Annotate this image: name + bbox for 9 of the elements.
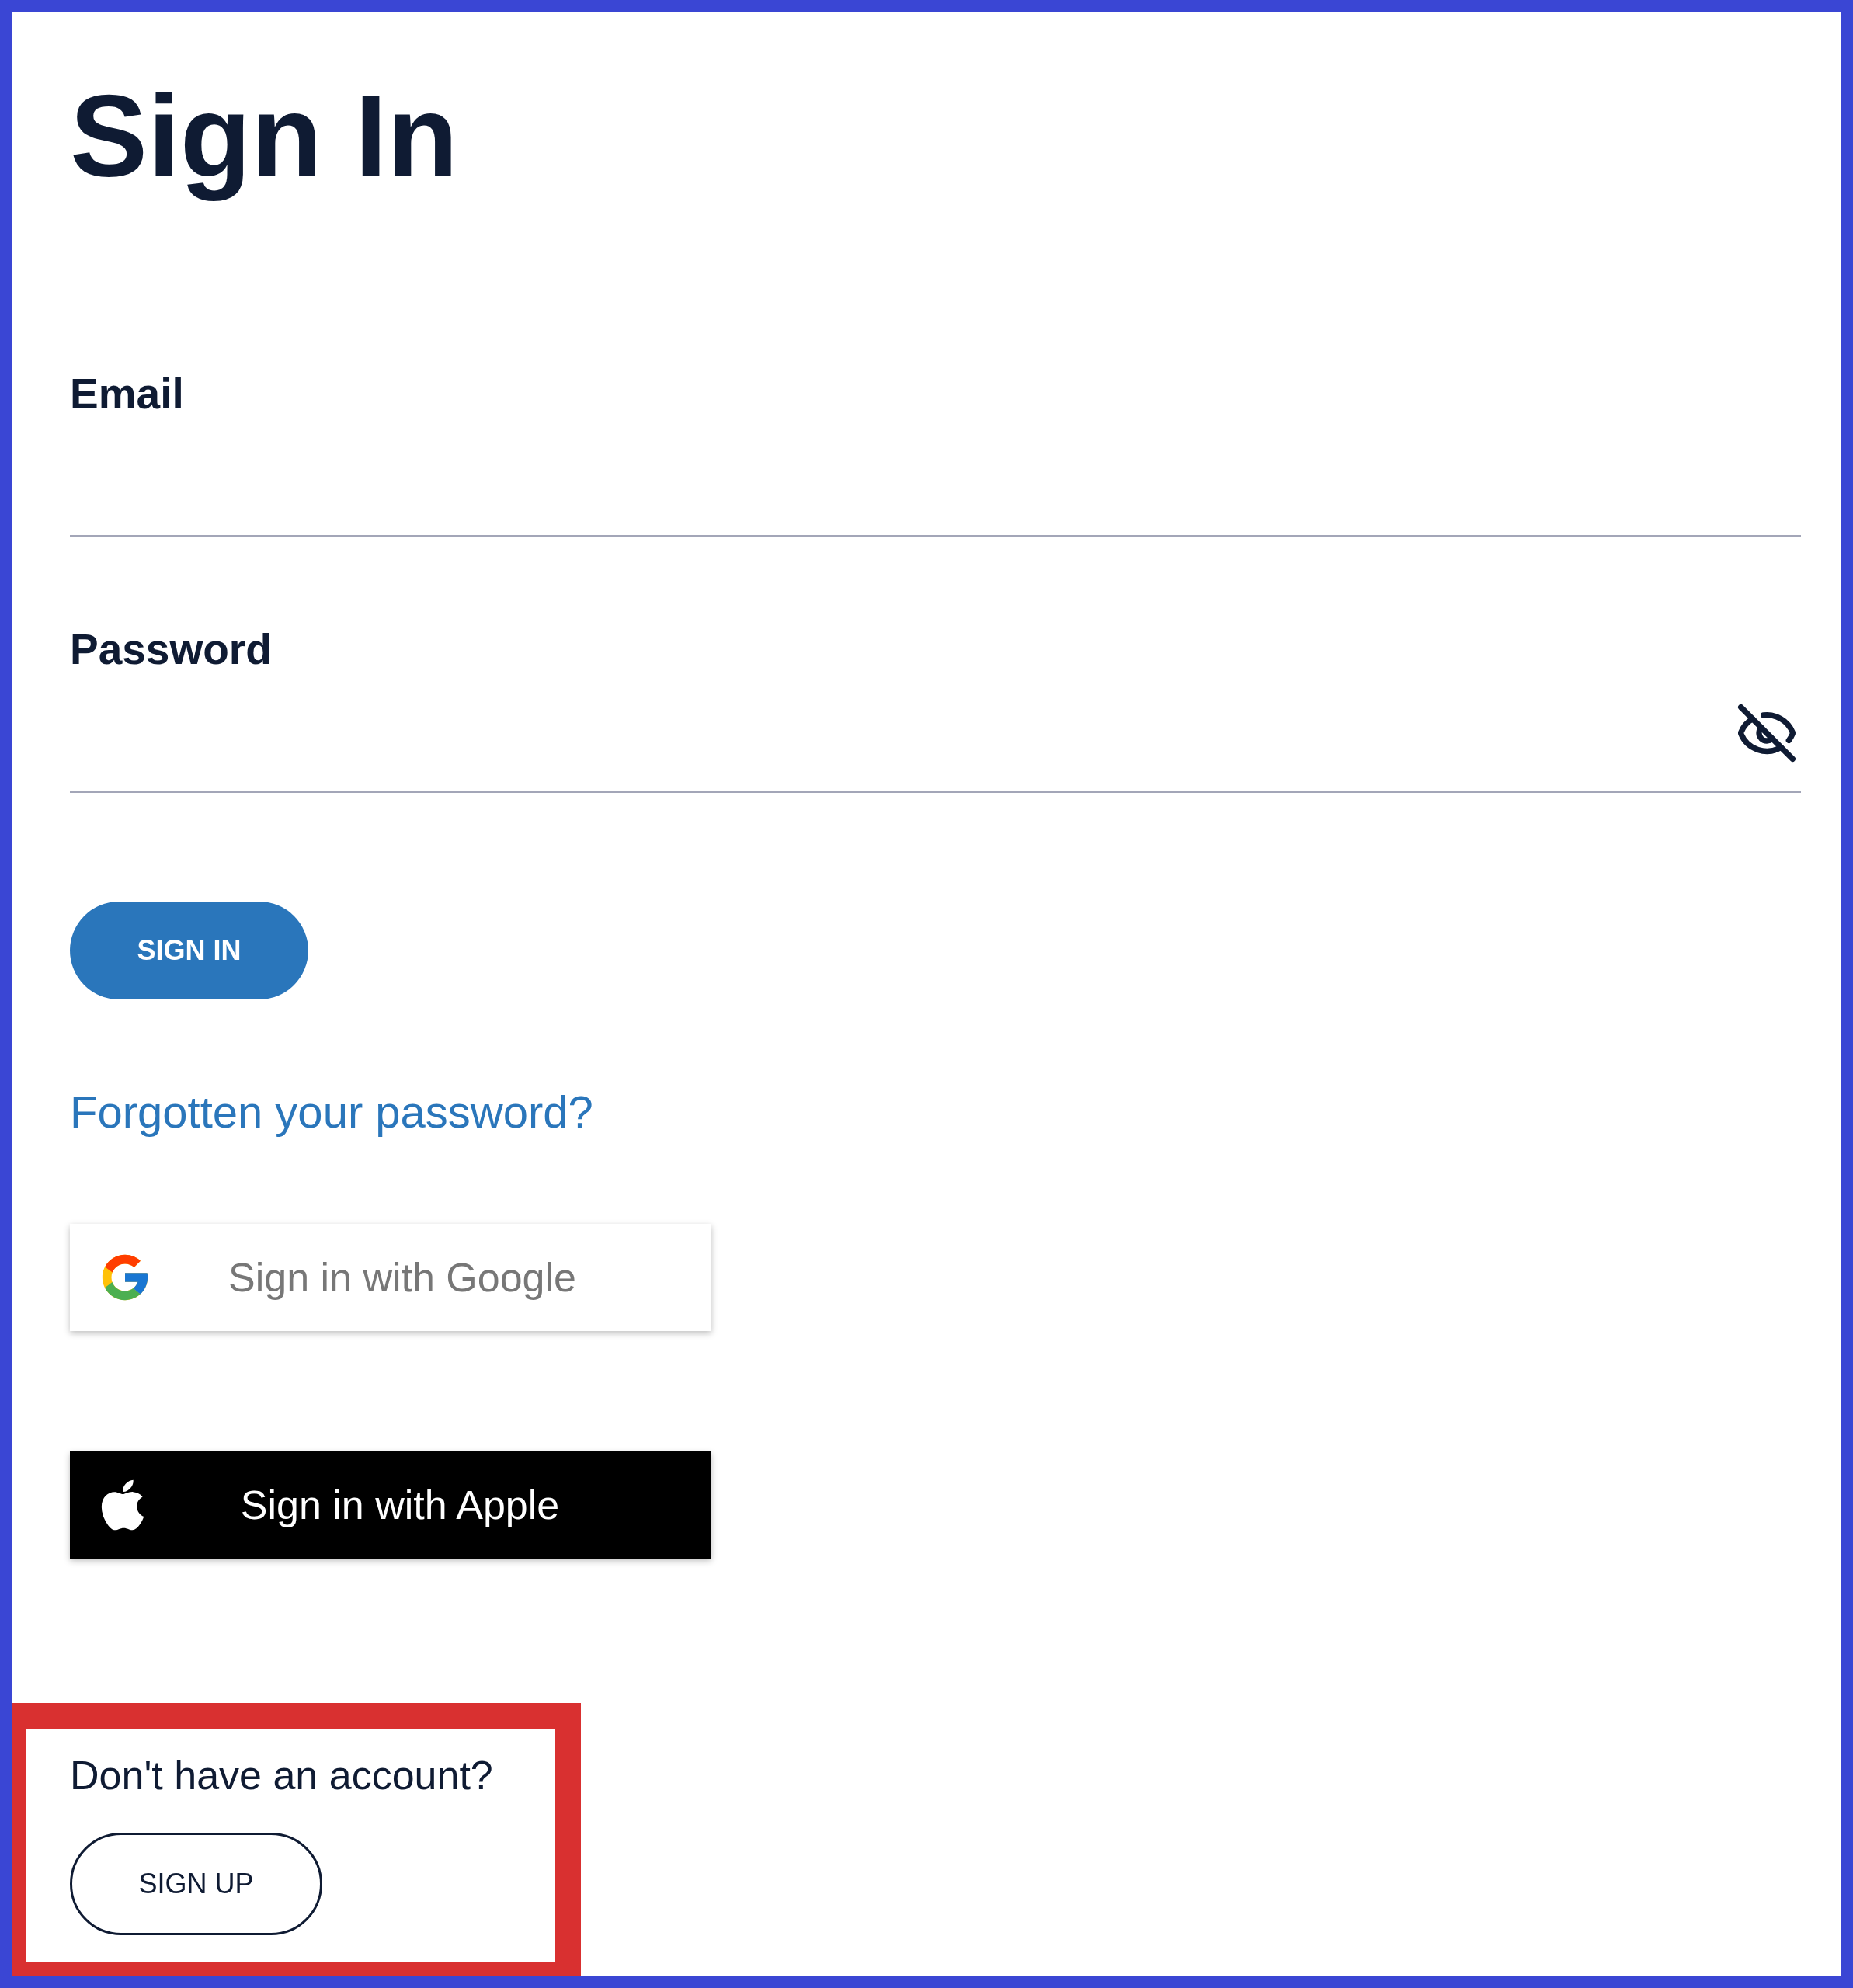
field-label: Password	[70, 624, 272, 675]
page-title: Sign In	[70, 70, 458, 203]
signup-prompt: Don't have an account?	[70, 1752, 493, 1799]
sign-in-button[interactable]: SIGN IN	[70, 902, 308, 999]
apple-sign-in-button[interactable]: Sign in with Apple	[70, 1451, 711, 1559]
field-label: Email	[70, 369, 184, 419]
forgot-password-link[interactable]: Forgotten your password?	[70, 1085, 593, 1139]
sign-up-button[interactable]: SIGN UP	[70, 1833, 322, 1935]
google-sign-in-button[interactable]: Sign in with Google	[70, 1224, 711, 1331]
